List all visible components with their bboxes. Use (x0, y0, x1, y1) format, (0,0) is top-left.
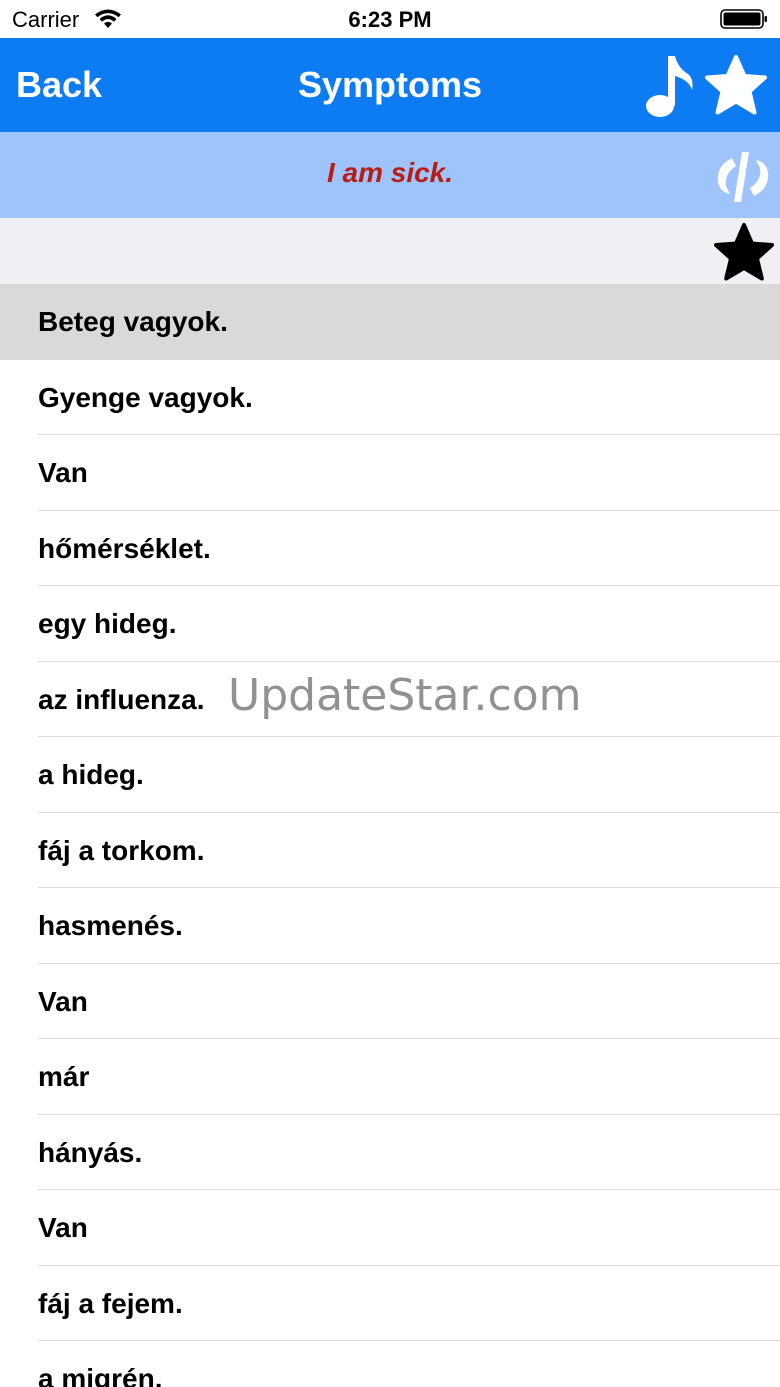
phrase-row[interactable]: már (0, 1039, 780, 1115)
phrase-row[interactable]: fáj a fejem. (0, 1266, 780, 1342)
phrase-label: Gyenge vagyok. (38, 381, 253, 413)
phrase-label: a migrén. (38, 1363, 163, 1387)
phrase-row[interactable]: Gyenge vagyok. (0, 360, 780, 436)
battery-icon (720, 9, 767, 29)
music-note-icon[interactable] (642, 52, 696, 120)
phrase-row[interactable]: Beteg vagyok. (0, 284, 780, 360)
phrase-list: Beteg vagyok. Gyenge vagyok. Van hőmérsé… (0, 284, 780, 1387)
phrase-label: egy hideg. (38, 608, 177, 639)
swap-icon[interactable] (712, 148, 774, 206)
phrase-label: fáj a fejem. (38, 1287, 183, 1319)
phrase-row[interactable]: egy hideg. (0, 586, 780, 662)
phrase-row[interactable]: a hideg. (0, 737, 780, 813)
phrase-row[interactable]: fáj a torkom. (0, 813, 780, 889)
phrase-row[interactable]: az influenza. (0, 662, 780, 738)
phrase-label: Van (38, 1212, 88, 1243)
phrase-row[interactable]: a migrén. (0, 1341, 780, 1387)
phrase-label: már (38, 1061, 90, 1092)
phrase-label: fáj a torkom. (38, 834, 205, 866)
phrase-label: hasmenés. (38, 910, 183, 941)
translation-bar: I am sick. (0, 132, 780, 218)
star-icon[interactable] (704, 54, 768, 116)
phrase-label: Van (38, 457, 88, 488)
phrase-label: a hideg. (38, 759, 144, 790)
phrase-row[interactable]: hőmérséklet. (0, 511, 780, 587)
status-bar: Carrier 6:23 PM (0, 0, 780, 38)
phrase-label: hányás. (38, 1136, 143, 1168)
phrase-label: az influenza. (38, 683, 205, 715)
phrase-row[interactable]: Van (0, 435, 780, 511)
nav-bar: Back Symptoms (0, 38, 780, 132)
phrase-label: Beteg vagyok. (38, 306, 228, 337)
phrase-label: hőmérséklet. (38, 532, 211, 564)
phrase-label: Van (38, 985, 88, 1017)
translation-text: I am sick. (326, 157, 454, 188)
favorites-bar (0, 218, 780, 284)
phrase-row[interactable]: hasmenés. (0, 888, 780, 964)
phrase-row[interactable]: Van (0, 1190, 780, 1266)
status-time: 6:23 PM (348, 7, 432, 32)
back-button[interactable]: Back (16, 64, 102, 106)
star-icon[interactable] (713, 222, 775, 282)
phrase-row[interactable]: hányás. (0, 1115, 780, 1191)
phrase-row[interactable]: Van (0, 964, 780, 1040)
